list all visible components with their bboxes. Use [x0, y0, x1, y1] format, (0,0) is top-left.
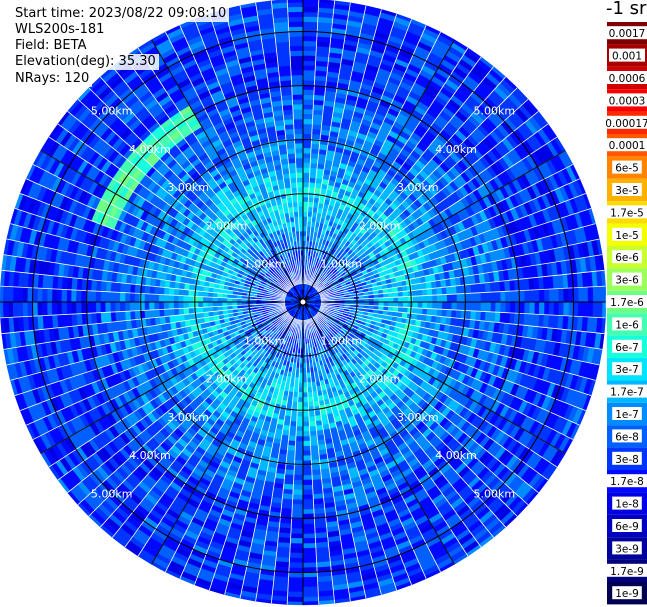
ring-label: 4.00km: [129, 449, 171, 462]
ring-label: 3.00km: [167, 411, 209, 424]
ring-label: 4.00km: [435, 449, 477, 462]
radar-center-icon: [295, 294, 311, 310]
ring-label: 3.00km: [397, 181, 439, 194]
nrays-label: NRays: 120: [12, 71, 93, 87]
beta-cell: [407, 296, 413, 303]
colorbar-label: 3e-5: [615, 185, 639, 197]
ring-label: 2.00km: [359, 219, 401, 232]
colorbar-label: 1e-8: [615, 499, 639, 511]
beta-cell: [193, 301, 199, 308]
beta-cell: [302, 387, 308, 393]
ring-label: 1.00km: [244, 334, 286, 347]
colorbar-label: 1e-9: [615, 588, 639, 600]
colorbar-label: 3e-9: [615, 543, 639, 555]
colorbar-label: 1.7e-9: [610, 566, 644, 578]
beta-cell: [528, 277, 535, 291]
ring-label: 1.00km: [320, 258, 362, 271]
ring-label: 1.00km: [320, 334, 362, 347]
colorbar-label: 0.0006: [609, 73, 646, 85]
start-time: Start time: 2023/08/22 09:08:10: [12, 6, 230, 22]
colorbar-label: 1e-7: [615, 409, 639, 421]
colorbar-label: 0.001: [612, 51, 642, 63]
colorbar-label: 6e-9: [615, 521, 639, 533]
ring-label: 2.00km: [359, 373, 401, 386]
colorbar-label: 0.0001: [609, 140, 646, 152]
beta-cell: [193, 296, 199, 303]
ring-label: 3.00km: [397, 411, 439, 424]
ring-label: 2.00km: [206, 219, 248, 232]
colorbar-label: 6e-7: [615, 342, 639, 354]
instrument-name: WLS200s-181: [12, 22, 108, 38]
colorbar-label: 1.7e-6: [610, 297, 644, 309]
ring-label: 5.00km: [91, 105, 133, 118]
colorbar-label: 1.7e-8: [610, 476, 644, 488]
colorbar-label: 1e-5: [615, 230, 639, 242]
colorbar-label: 1.7e-7: [610, 387, 644, 399]
colorbar-label: 3e-6: [615, 275, 639, 287]
ring-label: 4.00km: [129, 143, 171, 156]
colorbar-label: 3e-8: [615, 454, 639, 466]
colorbar-label: 1e-6: [615, 319, 639, 331]
ring-label: 2.00km: [206, 373, 248, 386]
ring-label: 5.00km: [474, 487, 516, 500]
ppi-chart: 1.00km 1.00km 1.00km 1.00km 2.00km 2.00km 2.00…: [0, 0, 647, 606]
colorbar-label: 0.0017: [609, 28, 646, 40]
ring-label: 1.00km: [244, 258, 286, 271]
colorbar-label: 1.7e-5: [610, 207, 644, 219]
colorbar-label: 6e-8: [615, 431, 639, 443]
colorbar-label: 0.0003: [609, 95, 646, 107]
ring-label: 3.00km: [167, 181, 209, 194]
elevation-label: Elevation(deg): 35.30: [12, 54, 159, 70]
ring-label: 5.00km: [91, 487, 133, 500]
beta-cell: [183, 307, 190, 315]
colorbar-title: -1 sr: [606, 0, 647, 19]
colorbar-label: 6e-6: [615, 252, 639, 264]
beta-cell: [197, 296, 204, 303]
field-name: Field: BETA: [12, 38, 90, 54]
ring-label: 5.00km: [474, 105, 516, 118]
ring-label: 4.00km: [435, 143, 477, 156]
colorbar: 0.0017 0.001 0.0006 0.0003 0.00017 0.0001 6e-5…: [602, 22, 647, 605]
colorbar-label: 0.00017: [605, 118, 647, 130]
colorbar-label: 3e-7: [615, 364, 639, 376]
colorbar-label: 6e-5: [615, 163, 639, 175]
